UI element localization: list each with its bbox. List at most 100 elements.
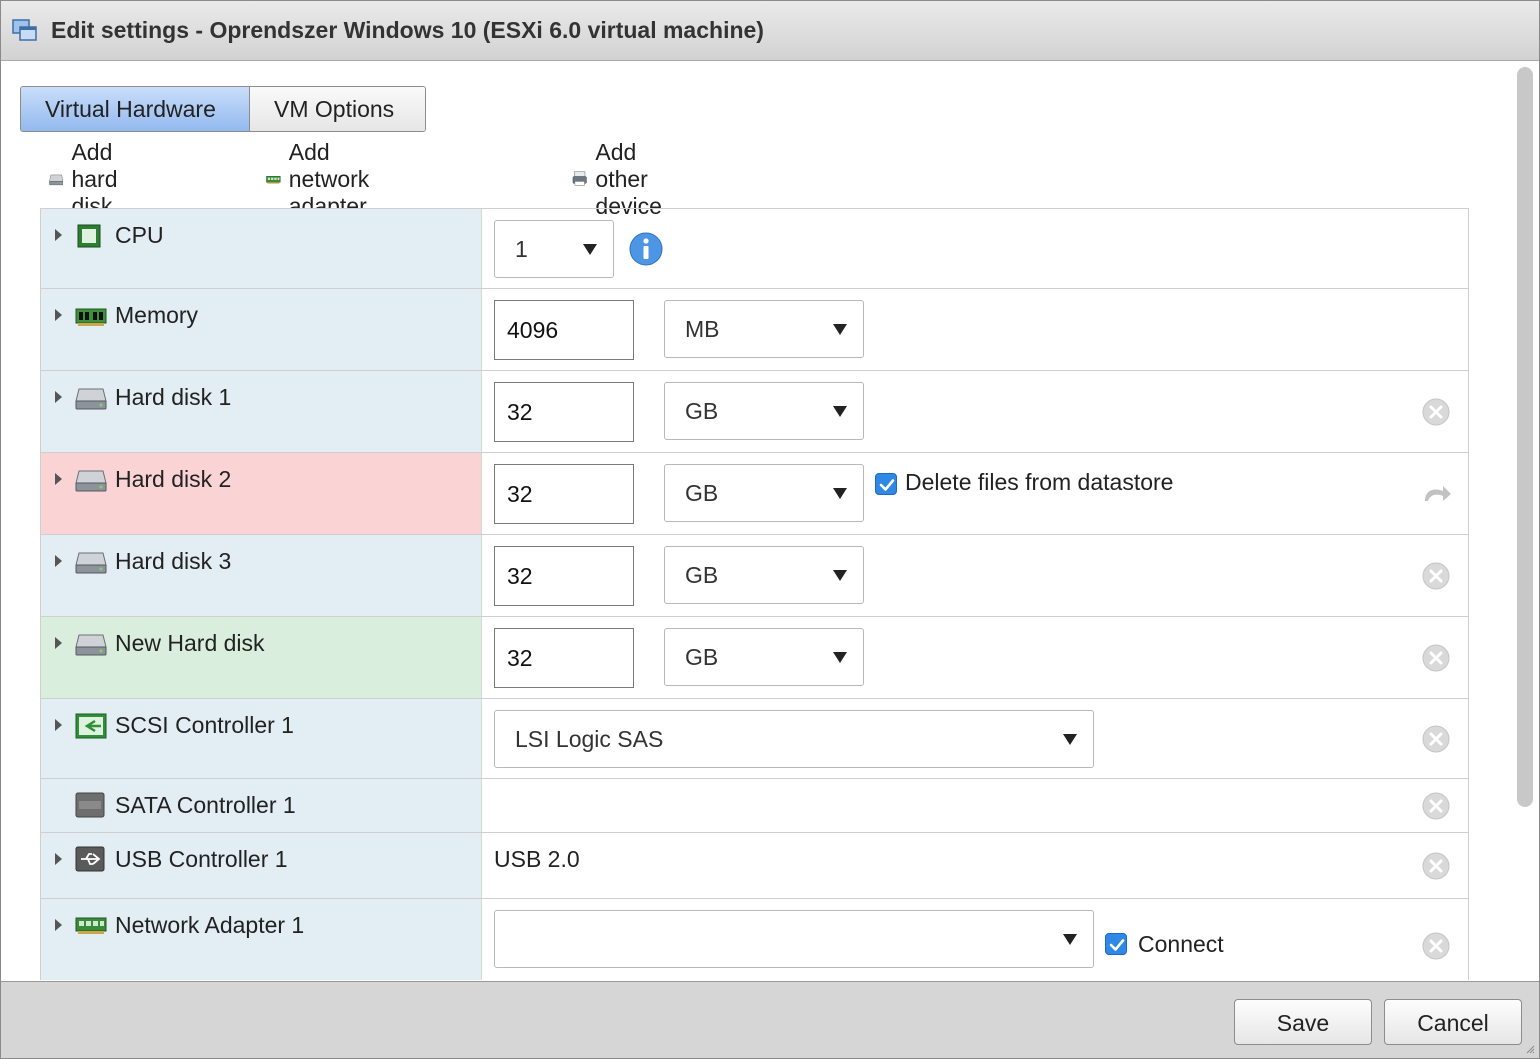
checkmark-icon bbox=[1109, 939, 1125, 951]
device-label-cell: SATA Controller 1 bbox=[41, 779, 482, 832]
vertical-scrollbar[interactable] bbox=[1517, 67, 1533, 807]
hard-disk-3-size-input[interactable]: 32 bbox=[494, 546, 634, 606]
chevron-down-icon bbox=[833, 406, 847, 417]
network-adapter-icon bbox=[266, 176, 281, 184]
memory-icon bbox=[75, 308, 107, 326]
device-name-memory: Memory bbox=[115, 302, 199, 328]
hard-disk-icon bbox=[75, 634, 107, 656]
hard-disk-1-unit-value: GB bbox=[685, 398, 719, 424]
connect-checkbox[interactable] bbox=[1105, 933, 1127, 955]
device-label-cell: Hard disk 2 bbox=[41, 453, 482, 534]
chevron-down-icon bbox=[1063, 734, 1077, 745]
device-label-cell: Network Adapter 1 bbox=[41, 899, 482, 980]
network-select[interactable] bbox=[494, 910, 1094, 968]
device-name-scsi-controller-1: SCSI Controller 1 bbox=[115, 712, 294, 738]
hard-disk-2-unit-select[interactable]: GB bbox=[664, 464, 864, 522]
memory-unit-value: MB bbox=[685, 316, 720, 342]
remove-icon[interactable] bbox=[1421, 931, 1451, 961]
usb-icon bbox=[75, 846, 105, 872]
device-row-scsi-controller-1: SCSI Controller 1 LSI Logic SAS bbox=[41, 699, 1468, 779]
remove-icon[interactable] bbox=[1421, 851, 1451, 881]
delete-files-checkbox[interactable] bbox=[875, 473, 897, 495]
expand-arrow-icon[interactable] bbox=[55, 919, 62, 931]
device-row-hard-disk-3: Hard disk 3 32 GB bbox=[41, 535, 1468, 617]
device-name-hard-disk-1: Hard disk 1 bbox=[115, 384, 232, 410]
device-name-network-adapter-1: Network Adapter 1 bbox=[115, 912, 305, 938]
hard-disk-2-size-input[interactable]: 32 bbox=[494, 464, 634, 524]
usb-version-value: USB 2.0 bbox=[494, 846, 580, 872]
device-name-sata-controller-1: SATA Controller 1 bbox=[115, 792, 296, 818]
undo-icon[interactable] bbox=[1421, 479, 1453, 507]
network-adapter-icon bbox=[75, 917, 107, 934]
virtual-hardware-table: CPU 1 Memory 4096 MB Hard disk 1 32 GB H… bbox=[40, 208, 1469, 980]
device-label-cell: Hard disk 3 bbox=[41, 535, 482, 616]
memory-unit-select[interactable]: MB bbox=[664, 300, 864, 358]
chevron-down-icon bbox=[833, 570, 847, 581]
remove-icon[interactable] bbox=[1421, 643, 1451, 673]
cpu-count-select[interactable]: 1 bbox=[494, 220, 614, 278]
chevron-down-icon bbox=[833, 488, 847, 499]
device-name-usb-controller-1: USB Controller 1 bbox=[115, 846, 288, 872]
device-label-cell: SCSI Controller 1 bbox=[41, 699, 482, 778]
device-row-network-adapter-1: Network Adapter 1 Connect bbox=[41, 899, 1468, 980]
expand-arrow-icon[interactable] bbox=[55, 555, 62, 567]
memory-size-input[interactable]: 4096 bbox=[494, 300, 634, 360]
edit-settings-dialog: Edit settings - Oprendszer Windows 10 (E… bbox=[0, 0, 1540, 1059]
other-device-icon bbox=[572, 171, 587, 186]
cancel-button[interactable]: Cancel bbox=[1384, 999, 1522, 1045]
save-button[interactable]: Save bbox=[1234, 999, 1372, 1045]
new-hard-disk-size-input[interactable]: 32 bbox=[494, 628, 634, 688]
vm-window-icon bbox=[12, 19, 37, 41]
device-name-hard-disk-3: Hard disk 3 bbox=[115, 548, 232, 574]
new-hard-disk-unit-value: GB bbox=[685, 644, 719, 670]
device-row-cpu: CPU 1 bbox=[41, 209, 1468, 289]
delete-files-label[interactable]: Delete files from datastore bbox=[905, 469, 1173, 496]
expand-arrow-icon[interactable] bbox=[55, 391, 62, 403]
expand-arrow-icon[interactable] bbox=[55, 719, 62, 731]
add-other-device-button[interactable]: Add other device bbox=[572, 139, 678, 219]
window-title: Edit settings - Oprendszer Windows 10 (E… bbox=[51, 17, 764, 43]
device-label-cell: USB Controller 1 bbox=[41, 833, 482, 898]
scsi-type-value: LSI Logic SAS bbox=[515, 726, 664, 752]
device-name-cpu: CPU bbox=[115, 222, 164, 248]
remove-icon[interactable] bbox=[1421, 397, 1451, 427]
device-row-hard-disk-1: Hard disk 1 32 GB bbox=[41, 371, 1468, 453]
chevron-down-icon bbox=[583, 244, 597, 255]
add-network-adapter-button[interactable]: Add network adapter bbox=[266, 139, 387, 219]
connect-label[interactable]: Connect bbox=[1138, 931, 1224, 958]
add-hard-disk-button[interactable]: Add hard disk bbox=[49, 139, 135, 219]
hard-disk-1-size-input[interactable]: 32 bbox=[494, 382, 634, 442]
checkmark-icon bbox=[879, 479, 895, 491]
hard-disk-icon bbox=[49, 174, 64, 186]
tab-virtual-hardware[interactable]: Virtual Hardware bbox=[21, 87, 249, 131]
expand-arrow-icon[interactable] bbox=[55, 473, 62, 485]
scsi-type-select[interactable]: LSI Logic SAS bbox=[494, 710, 1094, 768]
new-hard-disk-unit-select[interactable]: GB bbox=[664, 628, 864, 686]
cpu-icon bbox=[77, 224, 101, 248]
resize-grip-icon[interactable] bbox=[1525, 1044, 1535, 1054]
device-label-cell: Memory bbox=[41, 289, 482, 370]
title-bar[interactable]: Edit settings - Oprendszer Windows 10 (E… bbox=[1, 1, 1539, 61]
hard-disk-icon bbox=[75, 552, 107, 574]
tab-vm-options[interactable]: VM Options bbox=[249, 87, 425, 131]
hard-disk-icon bbox=[75, 470, 107, 492]
chevron-down-icon bbox=[1063, 934, 1077, 945]
device-row-new-hard-disk: New Hard disk 32 GB bbox=[41, 617, 1468, 699]
remove-icon[interactable] bbox=[1421, 724, 1451, 754]
tab-bar: Virtual Hardware VM Options bbox=[20, 86, 426, 132]
device-row-memory: Memory 4096 MB bbox=[41, 289, 1468, 371]
expand-arrow-icon[interactable] bbox=[55, 229, 62, 241]
device-name-hard-disk-2: Hard disk 2 bbox=[115, 466, 232, 492]
remove-icon[interactable] bbox=[1421, 561, 1451, 591]
remove-icon[interactable] bbox=[1421, 791, 1451, 821]
info-icon[interactable] bbox=[628, 231, 664, 267]
chevron-down-icon bbox=[833, 652, 847, 663]
expand-arrow-icon[interactable] bbox=[55, 853, 62, 865]
expand-arrow-icon[interactable] bbox=[55, 637, 62, 649]
device-row-sata-controller-1: SATA Controller 1 bbox=[41, 779, 1468, 833]
device-name-new-hard-disk: New Hard disk bbox=[115, 630, 265, 656]
hard-disk-3-unit-select[interactable]: GB bbox=[664, 546, 864, 604]
expand-arrow-icon[interactable] bbox=[55, 309, 62, 321]
cpu-count-value: 1 bbox=[515, 236, 528, 262]
hard-disk-1-unit-select[interactable]: GB bbox=[664, 382, 864, 440]
